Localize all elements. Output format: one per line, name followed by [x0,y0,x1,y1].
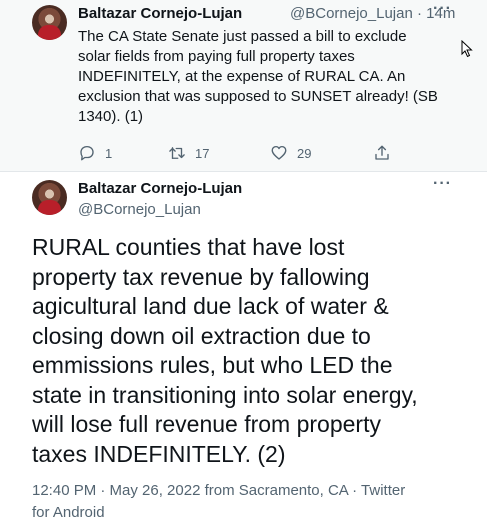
mouse-cursor-icon [461,40,473,58]
author-handle-time[interactable]: @BCornejo_Lujan · 14m [290,5,455,22]
author-avatar[interactable] [32,180,67,215]
like-button[interactable]: 29 [270,142,311,164]
share-button[interactable] [373,142,391,164]
like-count: 29 [297,145,312,161]
more-icon[interactable]: ··· [433,175,452,193]
author-name[interactable]: Baltazar Cornejo-Lujan [78,180,242,197]
share-icon [375,145,389,160]
tweet-text: RURAL counties that have lost property t… [32,234,418,467]
author-avatar[interactable] [32,5,67,40]
retweet-count: 17 [195,145,210,161]
tweet-text: The CA State Senate just passed a bill t… [78,28,438,125]
reply-button[interactable]: 1 [78,142,112,164]
retweet-icon [169,147,185,159]
author-name[interactable]: Baltazar Cornejo-Lujan [78,5,242,22]
reply-icon [80,145,94,161]
more-icon[interactable]: ··· [433,0,452,18]
like-icon [271,145,287,160]
tweet-divider [0,171,487,172]
reply-count: 1 [105,145,113,161]
retweet-button[interactable]: 17 [168,142,209,164]
tweet-actions: 1 17 29 [78,142,408,164]
author-handle[interactable]: @BCornejo_Lujan [78,201,201,218]
tweet-1[interactable]: Baltazar Cornejo-Lujan @BCornejo_Lujan ·… [0,0,487,172]
tweet-timestamp-source[interactable]: 12:40 PM · May 26, 2022 from Sacramento,… [32,480,472,524]
